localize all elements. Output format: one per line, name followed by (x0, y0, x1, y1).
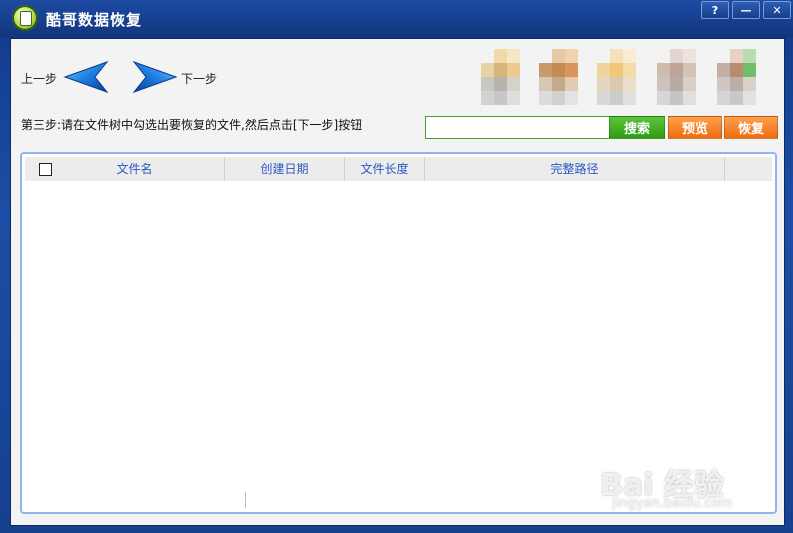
forward-arrow-icon[interactable] (132, 60, 178, 94)
main-panel: 上一步 下一步 第三步:请在文件树中勾选出要恢复的文件,然后点击[下一步]按钮 … (10, 38, 785, 526)
thumbnail-image (481, 49, 533, 105)
preview-button[interactable]: 预览 (668, 116, 722, 139)
watermark-url: jingyan.baidu.com (612, 496, 732, 511)
help-button[interactable]: ? (701, 1, 729, 19)
close-button[interactable]: ✕ (763, 1, 791, 19)
prev-step-label[interactable]: 上一步 (21, 70, 57, 87)
search-button[interactable]: 搜索 (609, 116, 665, 139)
select-all-checkbox[interactable] (39, 163, 52, 176)
thumbnail-image (717, 49, 769, 105)
column-divider (245, 492, 246, 508)
column-header-filename[interactable]: 文件名 (25, 157, 225, 181)
title-bar[interactable]: 酷哥数据恢复 ? — ✕ (0, 0, 793, 38)
column-header-size[interactable]: 文件长度 (345, 157, 425, 181)
thumbnail-image (597, 49, 649, 105)
window-controls: ? — ✕ (701, 1, 791, 19)
app-window: 酷哥数据恢复 ? — ✕ 上一步 下一步 第三步:请在文件树中勾选出要恢复的文件… (0, 0, 793, 533)
thumbnail-image (539, 49, 591, 105)
minimize-button[interactable]: — (732, 1, 760, 19)
search-input[interactable] (425, 116, 610, 139)
back-arrow-icon[interactable] (63, 60, 109, 94)
next-step-label[interactable]: 下一步 (181, 70, 217, 87)
table-header: 文件名 创建日期 文件长度 完整路径 (25, 157, 772, 181)
step-instruction: 第三步:请在文件树中勾选出要恢复的文件,然后点击[下一步]按钮 (21, 118, 363, 132)
app-logo-icon (12, 5, 38, 31)
restore-button[interactable]: 恢复 (724, 116, 778, 139)
column-header-path[interactable]: 完整路径 (425, 157, 725, 181)
blurred-thumbnails (481, 49, 781, 105)
thumbnail-image (657, 49, 709, 105)
column-header-extra (725, 157, 772, 181)
window-title: 酷哥数据恢复 (46, 11, 143, 29)
column-header-created[interactable]: 创建日期 (225, 157, 345, 181)
